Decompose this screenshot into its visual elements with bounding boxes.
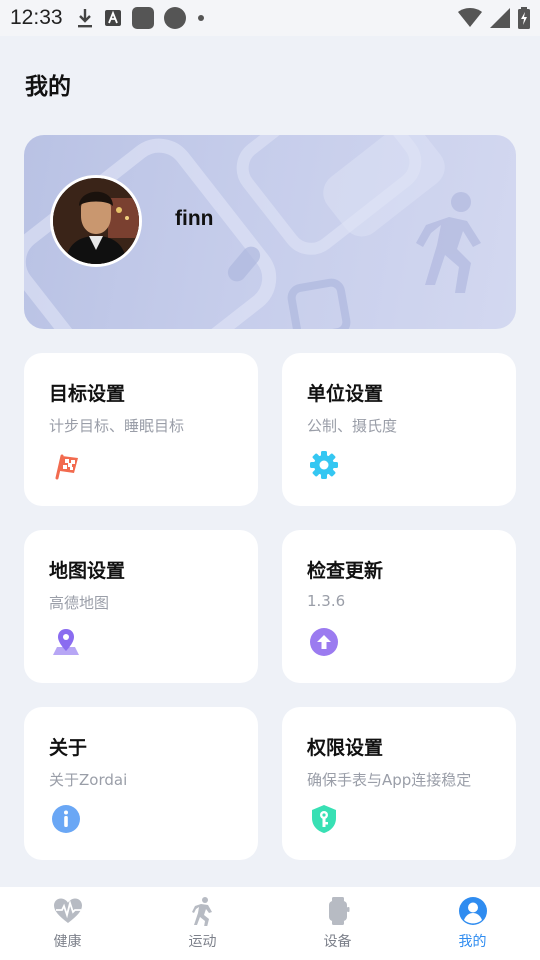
about-card[interactable]: 关于 关于Zordai: [24, 707, 258, 860]
bottom-nav: 健康 运动 设备 我的: [0, 887, 540, 960]
nav-mine-label: 我的: [458, 934, 487, 950]
username: finn: [175, 207, 214, 230]
map-settings-title: 地图设置: [49, 560, 126, 582]
avatar-photo: [53, 178, 139, 264]
check-update-card[interactable]: 检查更新 1.3.6: [282, 530, 516, 683]
avatar[interactable]: [50, 175, 142, 267]
nav-sport[interactable]: 运动: [135, 887, 270, 960]
dot-icon: [198, 15, 204, 21]
nav-health-label: 健康: [53, 934, 82, 950]
heart-pulse-icon: [54, 898, 82, 923]
profile-card[interactable]: finn: [24, 135, 516, 329]
goal-settings-card[interactable]: 目标设置 计步目标、睡眠目标: [24, 353, 258, 506]
download-icon: [78, 9, 92, 28]
upload-arrow-icon: [310, 628, 338, 656]
shield-key-icon: [312, 805, 336, 833]
runner-watermark-icon: [416, 192, 481, 293]
check-update-title: 检查更新: [307, 560, 384, 582]
permission-settings-card[interactable]: 权限设置 确保手表与App连接稳定: [282, 707, 516, 860]
page-title: 我的: [25, 74, 71, 100]
translate-icon: [105, 10, 121, 26]
unit-settings-title: 单位设置: [307, 383, 384, 405]
map-settings-card[interactable]: 地图设置 高德地图: [24, 530, 258, 683]
info-icon: [52, 805, 80, 833]
watch-icon: [329, 897, 350, 925]
permission-settings-title: 权限设置: [307, 737, 384, 759]
about-title: 关于: [49, 737, 88, 759]
unit-settings-subtitle: 公制、摄氏度: [307, 417, 398, 435]
wifi-icon: [458, 8, 482, 27]
unit-settings-card[interactable]: 单位设置 公制、摄氏度: [282, 353, 516, 506]
gear-icon: [310, 451, 338, 479]
status-bar: 12:33: [0, 0, 540, 36]
battery-charging-icon: [518, 7, 530, 29]
app-square-icon: [132, 7, 154, 29]
status-time: 12:33: [10, 6, 63, 29]
nav-mine[interactable]: 我的: [405, 887, 540, 960]
map-settings-subtitle: 高德地图: [49, 594, 110, 612]
app-circle-icon: [164, 7, 186, 29]
runner-icon: [192, 897, 212, 926]
nav-device[interactable]: 设备: [270, 887, 405, 960]
nav-sport-label: 运动: [188, 934, 217, 950]
app-version: 1.3.6: [307, 592, 346, 610]
nav-health[interactable]: 健康: [0, 887, 135, 960]
permission-settings-subtitle: 确保手表与App连接稳定: [307, 771, 472, 789]
map-pin-icon: [53, 629, 79, 655]
signal-icon: [490, 8, 510, 28]
about-subtitle: 关于Zordai: [49, 771, 128, 789]
user-icon: [459, 897, 487, 925]
goal-settings-title: 目标设置: [49, 383, 126, 405]
goal-settings-subtitle: 计步目标、睡眠目标: [49, 417, 185, 435]
nav-device-label: 设备: [323, 934, 352, 950]
flag-icon: [55, 454, 78, 480]
